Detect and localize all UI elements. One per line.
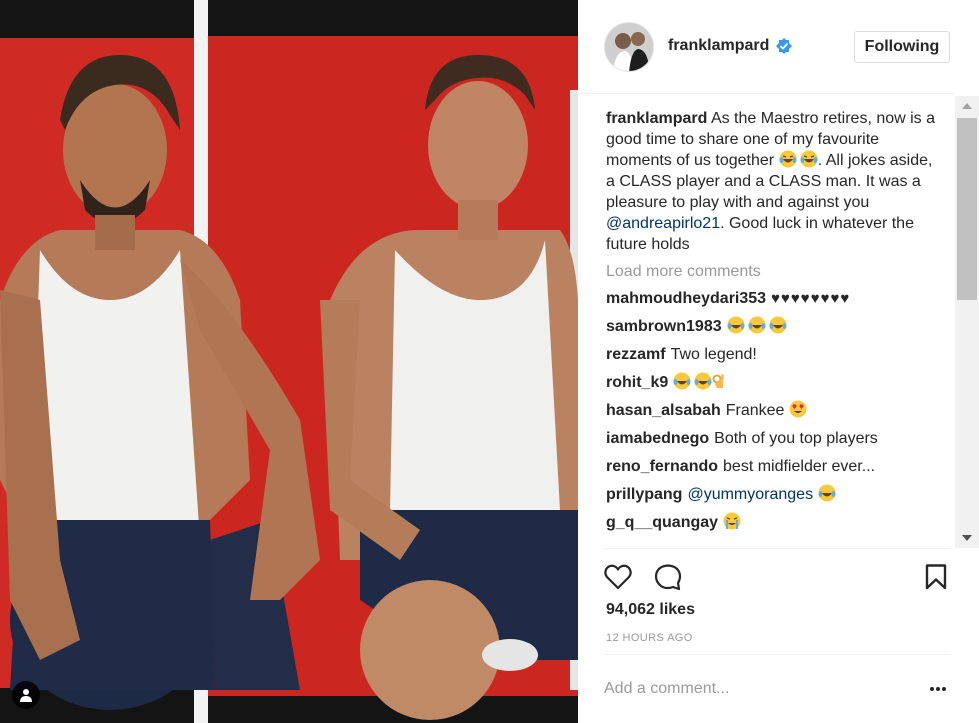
heart-icon [604, 564, 632, 590]
loudly-crying-laugh-emoji-icon [723, 512, 741, 530]
post-actions: 94,062 likes 12 HOURS AGO [604, 548, 950, 652]
caption-username[interactable]: franklampard [606, 110, 707, 127]
scroll-up-icon [962, 103, 972, 109]
post-owner-username[interactable]: franklampard [668, 37, 769, 55]
comment-username[interactable]: mahmoudheydari353 [606, 290, 766, 307]
comment-item: sambrown1983 [606, 316, 936, 337]
tears-of-joy-emoji-icon [818, 484, 836, 502]
save-button[interactable] [920, 561, 952, 593]
comment-username[interactable]: hasan_alsabah [606, 402, 721, 419]
ok-hand-emoji-icon [712, 374, 725, 388]
user-tag-button[interactable] [12, 681, 40, 709]
comment-item: rezzamf Two legend! [606, 344, 936, 365]
load-more-comments-link[interactable]: Load more comments [606, 263, 936, 281]
comment-item: mahmoudheydari353 ♥♥♥♥♥♥♥♥ [606, 288, 936, 309]
scroll-down-button[interactable] [955, 528, 979, 548]
comment-username[interactable]: rezzamf [606, 346, 666, 363]
post-timestamp[interactable]: 12 HOURS AGO [606, 632, 693, 644]
comment-text: best midfielder ever... [723, 458, 876, 475]
tears-of-joy-emoji-icon [779, 150, 797, 168]
post-caption: franklampard As the Maestro retires, now… [606, 108, 936, 255]
comment-username[interactable]: g_q__quangay [606, 514, 718, 531]
comment-item: rohit_k9 [606, 372, 936, 393]
caption-mention-link[interactable]: @andreapirlo21 [606, 215, 720, 232]
tears-of-joy-emoji-icon [748, 316, 766, 334]
comment-item: g_q__quangay [606, 512, 936, 533]
bookmark-icon [925, 564, 947, 590]
scroll-up-button[interactable] [955, 96, 979, 116]
comment-icon [654, 564, 682, 591]
comment-text: Frankee [725, 402, 789, 419]
comment-username[interactable]: rohit_k9 [606, 374, 668, 391]
like-button[interactable] [602, 561, 634, 593]
user-tag-icon [20, 689, 32, 702]
comment-item: prillypang @yummyoranges [606, 484, 936, 505]
comment-username[interactable]: sambrown1983 [606, 318, 722, 335]
hearts-emoji-text: ♥♥♥♥♥♥♥♥ [771, 290, 851, 307]
comment-item: hasan_alsabah Frankee [606, 400, 936, 421]
tears-of-joy-emoji-icon [673, 372, 691, 390]
add-comment-section [604, 654, 950, 723]
tears-of-joy-emoji-icon [769, 316, 787, 334]
post-photo[interactable] [0, 0, 578, 723]
heart-eyes-emoji-icon [789, 400, 807, 418]
avatar[interactable] [604, 22, 654, 72]
post-image [0, 0, 578, 723]
likes-count[interactable]: 94,062 likes [606, 601, 695, 619]
comment-button[interactable] [652, 561, 684, 593]
comment-item: reno_fernando best midfielder ever... [606, 456, 936, 477]
add-comment-input[interactable] [604, 675, 904, 703]
following-button[interactable]: Following [854, 31, 950, 63]
verified-badge-icon [776, 38, 792, 54]
comment-username[interactable]: prillypang [606, 486, 682, 503]
comment-item: iamabednego Both of you top players [606, 428, 936, 449]
tears-of-joy-emoji-icon [727, 316, 745, 334]
comments-scrollbar[interactable] [955, 96, 979, 548]
tears-of-joy-emoji-icon [800, 150, 818, 168]
comment-mention-link[interactable]: @yummyoranges [687, 486, 813, 503]
comment-username[interactable]: iamabednego [606, 430, 709, 447]
scroll-thumb[interactable] [957, 118, 977, 300]
tears-of-joy-emoji-icon [694, 372, 712, 390]
scroll-down-icon [962, 535, 972, 541]
post-header: franklampard Following [578, 0, 954, 94]
more-options-icon [930, 687, 946, 691]
comments-list[interactable]: franklampard As the Maestro retires, now… [606, 108, 936, 548]
comment-text: Two legend! [670, 346, 757, 363]
more-options-button[interactable] [926, 677, 950, 701]
comment-text: Both of you top players [714, 430, 878, 447]
comment-username[interactable]: reno_fernando [606, 458, 718, 475]
avatar-image [605, 23, 653, 71]
